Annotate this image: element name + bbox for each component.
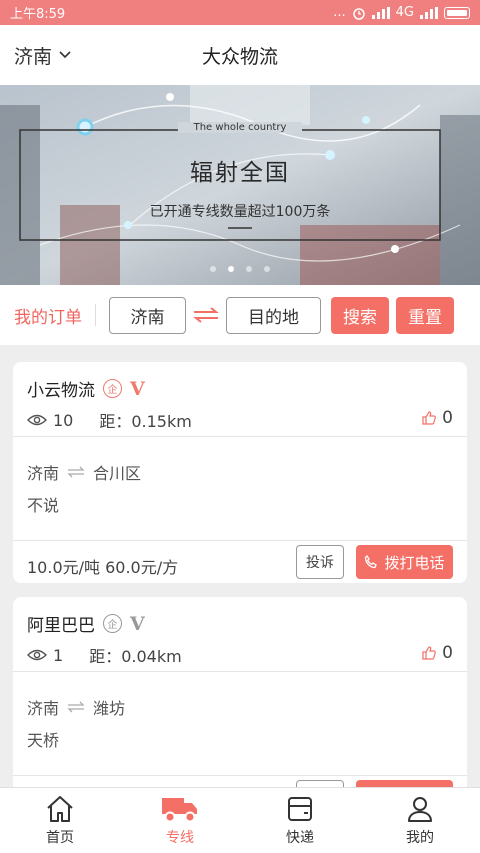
carrier-header: 阿里巴巴 企 V <box>27 611 145 637</box>
carrier-list: 小云物流 企 V 10 距：0.15km 0 济南 合川区 不说 10.0元/吨… <box>0 345 480 787</box>
thumbs-up-icon <box>422 411 437 425</box>
network-type: 4G <box>395 5 414 20</box>
carrier-header: 小云物流 企 V <box>27 376 145 402</box>
carrier-stats: 10 距：0.15km <box>27 408 192 432</box>
distance: 距：0.15km <box>99 412 192 431</box>
view-count: 1 <box>53 645 64 665</box>
search-button[interactable]: 搜索 <box>331 296 389 334</box>
status-icons: ... 4G <box>333 5 470 20</box>
call-button[interactable] <box>356 780 453 787</box>
promo-banner[interactable]: The whole country 辐射全国 已开通专线数量超过100万条 <box>0 85 480 285</box>
tab-express[interactable]: 快递 <box>240 788 360 853</box>
phone-icon <box>365 555 378 569</box>
banner-tagline: 已开通专线数量超过100万条 <box>149 204 331 220</box>
parcel-box-icon <box>288 796 312 821</box>
tab-label: 快递 <box>286 829 314 846</box>
signal-icon-2 <box>420 6 438 19</box>
tab-label: 专线 <box>166 829 194 846</box>
like-counter[interactable]: 0 <box>422 643 453 663</box>
route: 济南 潍坊 <box>27 695 125 719</box>
divider <box>95 304 96 326</box>
complain-button[interactable] <box>296 780 344 787</box>
divider <box>13 540 467 541</box>
divider <box>13 436 467 437</box>
tab-home[interactable]: 首页 <box>0 788 120 853</box>
chevron-down-icon <box>59 51 71 59</box>
route-from: 济南 <box>27 699 60 718</box>
carrier-card[interactable]: 阿里巴巴 企 V 1 距：0.04km 0 济南 潍坊 天桥 <box>13 597 467 787</box>
pagination-dot[interactable] <box>210 266 216 272</box>
banner-subtitle-en: The whole country <box>178 122 302 133</box>
route-to: 合川区 <box>93 464 142 483</box>
call-label: 拨打电话 <box>384 553 445 572</box>
swap-route-button[interactable] <box>186 306 226 324</box>
carrier-note: 天桥 <box>27 731 60 750</box>
distance: 距：0.04km <box>89 647 182 666</box>
signal-icon <box>371 6 390 19</box>
route: 济南 合川区 <box>27 460 141 484</box>
user-icon <box>408 796 432 822</box>
carrier-note: 不说 <box>27 496 60 515</box>
banner-headline: 辐射全国 <box>190 160 290 186</box>
alarm-icon <box>352 7 365 20</box>
divider <box>13 671 467 672</box>
destination-button[interactable]: 目的地 <box>226 296 321 334</box>
enterprise-badge-icon: 企 <box>103 614 122 633</box>
view-count: 10 <box>53 410 74 430</box>
route-to: 潍坊 <box>93 699 126 718</box>
status-time: 上午8:59 <box>10 7 66 22</box>
verified-badge-icon: V <box>130 377 145 400</box>
home-icon <box>47 795 73 822</box>
pagination-dot[interactable] <box>246 266 252 272</box>
swap-arrows-icon <box>67 701 85 713</box>
reset-button[interactable]: 重置 <box>396 296 454 334</box>
banner-pagination <box>0 266 480 272</box>
origin-button[interactable]: 济南 <box>109 296 186 334</box>
complain-button[interactable]: 投诉 <box>296 545 344 579</box>
page-title: 大众物流 <box>201 45 278 68</box>
like-counter[interactable]: 0 <box>422 408 453 428</box>
like-count: 0 <box>442 408 453 428</box>
tab-label: 我的 <box>406 829 434 846</box>
my-orders-link[interactable]: 我的订单 <box>14 303 82 328</box>
route-from: 济南 <box>27 464 60 483</box>
eye-icon <box>27 414 47 426</box>
price-info: 10.0元/吨 60.0元/方 <box>27 558 179 577</box>
city-selector[interactable]: 济南 <box>14 25 72 85</box>
divider <box>13 775 467 776</box>
swap-arrows-icon <box>193 307 219 323</box>
swap-arrows-icon <box>67 466 85 478</box>
city-label: 济南 <box>14 45 53 68</box>
enterprise-badge-icon: 企 <box>103 379 122 398</box>
battery-icon <box>444 6 470 19</box>
truck-icon <box>162 797 197 822</box>
eye-icon <box>27 649 47 661</box>
tab-profile[interactable]: 我的 <box>360 788 480 853</box>
notification-dots: ... <box>333 5 346 20</box>
bottom-tab-bar: 首页 专线 快递 我的 <box>0 787 480 853</box>
tab-lines[interactable]: 专线 <box>120 788 240 853</box>
like-count: 0 <box>442 643 453 663</box>
call-button[interactable]: 拨打电话 <box>356 545 453 579</box>
tab-label: 首页 <box>46 829 74 846</box>
carrier-name: 阿里巴巴 <box>27 616 95 636</box>
status-bar: 上午8:59 ... 4G <box>0 0 480 25</box>
verified-badge-icon: V <box>130 612 145 635</box>
pagination-dot[interactable] <box>228 266 234 272</box>
pagination-dot[interactable] <box>264 266 270 272</box>
carrier-card[interactable]: 小云物流 企 V 10 距：0.15km 0 济南 合川区 不说 10.0元/吨… <box>13 362 467 583</box>
carrier-name: 小云物流 <box>27 381 95 401</box>
thumbs-up-icon <box>422 646 437 660</box>
filter-bar: 我的订单 济南 目的地 搜索 重置 <box>0 285 480 345</box>
carrier-stats: 1 距：0.04km <box>27 643 182 667</box>
app-header: 济南 大众物流 <box>0 25 480 85</box>
